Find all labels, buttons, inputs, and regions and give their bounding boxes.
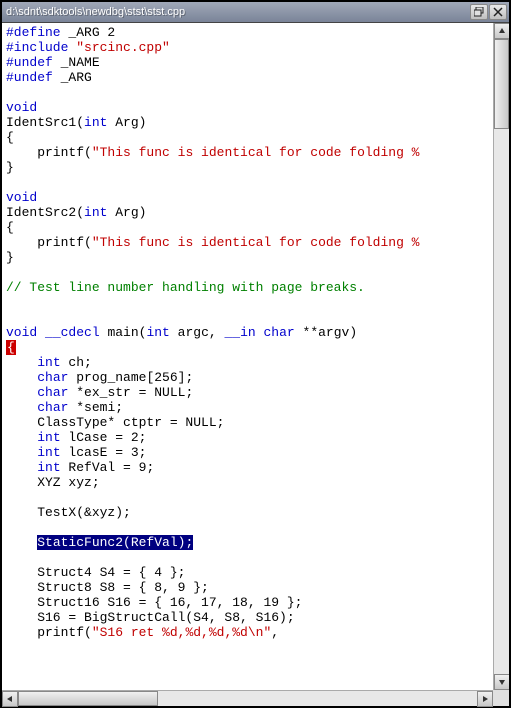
chevron-up-icon bbox=[498, 27, 506, 35]
close-icon bbox=[493, 7, 503, 17]
scroll-track-v[interactable] bbox=[494, 39, 509, 674]
preproc: #define bbox=[6, 25, 61, 40]
keyword: void bbox=[6, 100, 37, 115]
comment: // Test line number handling with page b… bbox=[6, 280, 365, 295]
title-buttons bbox=[470, 4, 507, 20]
preproc: #include bbox=[6, 40, 68, 55]
breakpoint-line: { bbox=[6, 340, 16, 355]
source-window: d:\sdnt\sdktools\newdbg\stst\stst.cpp #d… bbox=[0, 0, 511, 708]
scroll-corner bbox=[493, 690, 509, 706]
window-title: d:\sdnt\sdktools\newdbg\stst\stst.cpp bbox=[6, 6, 470, 18]
restore-button[interactable] bbox=[470, 4, 488, 20]
restore-icon bbox=[474, 7, 484, 17]
scroll-thumb-h[interactable] bbox=[18, 691, 158, 706]
preproc: #undef bbox=[6, 70, 53, 85]
scroll-right-button[interactable] bbox=[477, 691, 493, 707]
editor-area: #define _ARG 2 #include "srcinc.cpp" #un… bbox=[2, 23, 509, 690]
preproc: #undef bbox=[6, 55, 53, 70]
chevron-down-icon bbox=[498, 678, 506, 686]
scroll-left-button[interactable] bbox=[2, 691, 18, 707]
close-button[interactable] bbox=[489, 4, 507, 20]
current-line: StaticFunc2(RefVal); bbox=[37, 535, 193, 550]
vertical-scrollbar[interactable] bbox=[493, 23, 509, 690]
title-bar[interactable]: d:\sdnt\sdktools\newdbg\stst\stst.cpp bbox=[2, 2, 509, 23]
scroll-track-h[interactable] bbox=[18, 691, 477, 706]
code-view[interactable]: #define _ARG 2 #include "srcinc.cpp" #un… bbox=[2, 23, 493, 690]
chevron-left-icon bbox=[6, 695, 14, 703]
scroll-down-button[interactable] bbox=[494, 674, 509, 690]
bottom-scroll-row bbox=[2, 690, 509, 706]
horizontal-scrollbar[interactable] bbox=[2, 690, 493, 706]
scroll-thumb-v[interactable] bbox=[494, 39, 509, 129]
chevron-right-icon bbox=[481, 695, 489, 703]
scroll-up-button[interactable] bbox=[494, 23, 509, 39]
